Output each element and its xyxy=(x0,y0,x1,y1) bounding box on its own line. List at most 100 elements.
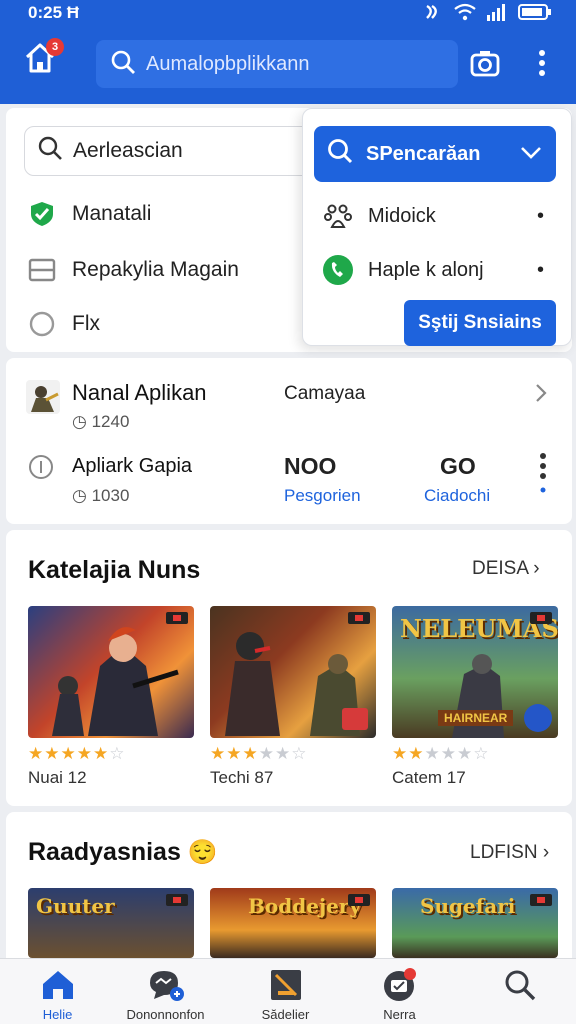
search-icon xyxy=(37,135,63,167)
wifi-icon xyxy=(454,3,476,21)
nav-apps[interactable]: Sădelier xyxy=(228,959,343,1024)
phone-icon xyxy=(322,254,354,286)
dropdown-header-label: SPencarăan xyxy=(366,142,481,165)
nav-label: Nerra xyxy=(383,1007,416,1022)
section-see-all-link[interactable]: DEISA › xyxy=(472,558,540,580)
card-tag xyxy=(348,894,370,906)
game-card-1[interactable] xyxy=(28,606,194,738)
card-tag xyxy=(348,612,370,624)
search-icon xyxy=(326,137,354,171)
filter-option-label: Repakylia Magain xyxy=(72,258,239,281)
nav-label: Sădelier xyxy=(261,1007,310,1022)
card-game-title: Boddejery xyxy=(248,894,362,918)
card-tag xyxy=(530,612,552,624)
chat-icon xyxy=(146,965,186,1005)
card-tag xyxy=(530,894,552,906)
home-icon xyxy=(38,965,78,1005)
status-bar: 0:25 Ħ xyxy=(0,0,576,26)
clock-icon: ◷ xyxy=(72,486,87,505)
section-title: Raadyasnias 😌 xyxy=(28,838,218,866)
chevron-right-icon: › xyxy=(533,558,540,579)
home-outline-icon xyxy=(22,43,58,80)
card-label: Catem 17 xyxy=(392,768,466,787)
check-shield-icon xyxy=(28,200,56,228)
stat1-label[interactable]: Pesgorien xyxy=(284,486,361,506)
rating-stars: ★★★★★☆ xyxy=(392,744,490,763)
radio-icon xyxy=(28,310,56,338)
dropdown-item-label: Haple k alonj xyxy=(368,258,484,281)
app-category: Camayaa xyxy=(284,383,366,404)
filter-option-2[interactable]: Repakylia Magain xyxy=(28,256,239,284)
app2-downloads: ◷ 1030 xyxy=(72,486,130,505)
game-card-3[interactable]: NELEUMAS HAIRNEAR xyxy=(392,606,558,738)
card-game-title: Sugefari xyxy=(420,894,516,918)
app2-name[interactable]: Apliark Gapia xyxy=(72,455,192,478)
bullet-dot: • xyxy=(536,258,544,281)
status-time: 0:25 Ħ xyxy=(28,3,80,22)
bullet-dot: • xyxy=(536,204,544,227)
dropdown-item-2[interactable]: Haple k alonj • xyxy=(322,254,554,286)
card-game-title: Guuter xyxy=(36,894,115,918)
dropdown-item-label: Midoick xyxy=(368,204,436,227)
stat1-value: NOO xyxy=(284,453,337,479)
filter-option-3[interactable]: Flx xyxy=(28,310,100,338)
camera-button[interactable] xyxy=(468,46,504,82)
nav-label: Dononnonfon xyxy=(126,1007,205,1022)
app-name[interactable]: Nanal Aplikan xyxy=(72,380,207,406)
more-options-button[interactable] xyxy=(530,46,554,82)
paw-icon xyxy=(322,200,354,232)
game-card-6[interactable]: Sugefari xyxy=(392,888,558,958)
nav-store[interactable]: Nerra xyxy=(342,959,457,1024)
home-button[interactable]: 3 xyxy=(22,38,64,82)
stat2-value: GO xyxy=(440,453,476,479)
app-bar: 0:25 Ħ 3 Aumalopbplikkann xyxy=(0,0,576,104)
nav-search[interactable] xyxy=(462,959,576,1024)
nav-home[interactable]: Helie xyxy=(0,959,115,1024)
game-card-5[interactable]: Boddejery xyxy=(210,888,376,958)
section-title: Katelajia Nuns xyxy=(28,556,201,584)
top-search-bar[interactable]: Aumalopbplikkann xyxy=(96,40,458,88)
app-avatar[interactable] xyxy=(26,380,60,419)
search-input[interactable]: Aerleascian xyxy=(24,126,314,176)
nav-messages[interactable]: Dononnonfon xyxy=(108,959,223,1024)
battery-icon xyxy=(518,3,552,21)
app-logo-icon xyxy=(342,708,368,730)
rating-stars: ★★★★★☆ xyxy=(28,744,126,763)
window-icon xyxy=(28,256,56,284)
chevron-right-icon[interactable] xyxy=(534,382,548,409)
filter-option-1[interactable]: Manatali xyxy=(28,200,151,228)
filter-option-label: Manatali xyxy=(72,202,152,225)
tablet-icon xyxy=(266,965,306,1005)
card-label: Techi 87 xyxy=(210,768,274,787)
game-card-2[interactable] xyxy=(210,606,376,738)
search-query: Aerleascian xyxy=(73,139,183,162)
stat2-label[interactable]: Ciadochi xyxy=(424,486,490,506)
section-see-all-link[interactable]: LDFISN › xyxy=(470,842,549,864)
chevron-right-icon: › xyxy=(542,842,550,863)
info-circle-icon xyxy=(28,454,54,485)
rating-stars: ★★★★★☆ xyxy=(210,744,308,763)
dropdown-item-1[interactable]: Midoick • xyxy=(322,200,554,232)
dropdown-action-button[interactable]: Sştij Snsiains xyxy=(404,300,556,346)
card-label: Nuai 12 xyxy=(28,768,87,787)
more-vertical-icon xyxy=(530,50,554,84)
filter-option-label: Flx xyxy=(72,312,100,335)
top-search-placeholder: Aumalopbplikkann xyxy=(146,52,310,75)
bottom-nav: Helie Dononnonfon Sădelier Nerra xyxy=(0,958,576,1024)
card-tag xyxy=(166,612,188,624)
more-vertical-icon[interactable] xyxy=(536,452,550,507)
card-banner: HAIRNEAR xyxy=(438,710,514,726)
notification-badge: 3 xyxy=(46,38,64,56)
crossed-swords-icon xyxy=(524,704,552,732)
chevron-down-icon xyxy=(520,143,542,166)
nav-label: Helie xyxy=(42,1007,73,1022)
card-tag xyxy=(166,894,188,906)
search-icon xyxy=(500,965,540,1005)
search-icon xyxy=(110,49,136,80)
emoji-icon: 😌 xyxy=(187,839,218,866)
signal-icon xyxy=(486,3,508,21)
game-card-4[interactable]: Guuter xyxy=(28,888,194,958)
clock-icon: ◷ xyxy=(72,412,87,431)
app-downloads: ◷ 1240 xyxy=(72,412,130,431)
dropdown-header-button[interactable]: SPencarăan xyxy=(314,126,556,182)
